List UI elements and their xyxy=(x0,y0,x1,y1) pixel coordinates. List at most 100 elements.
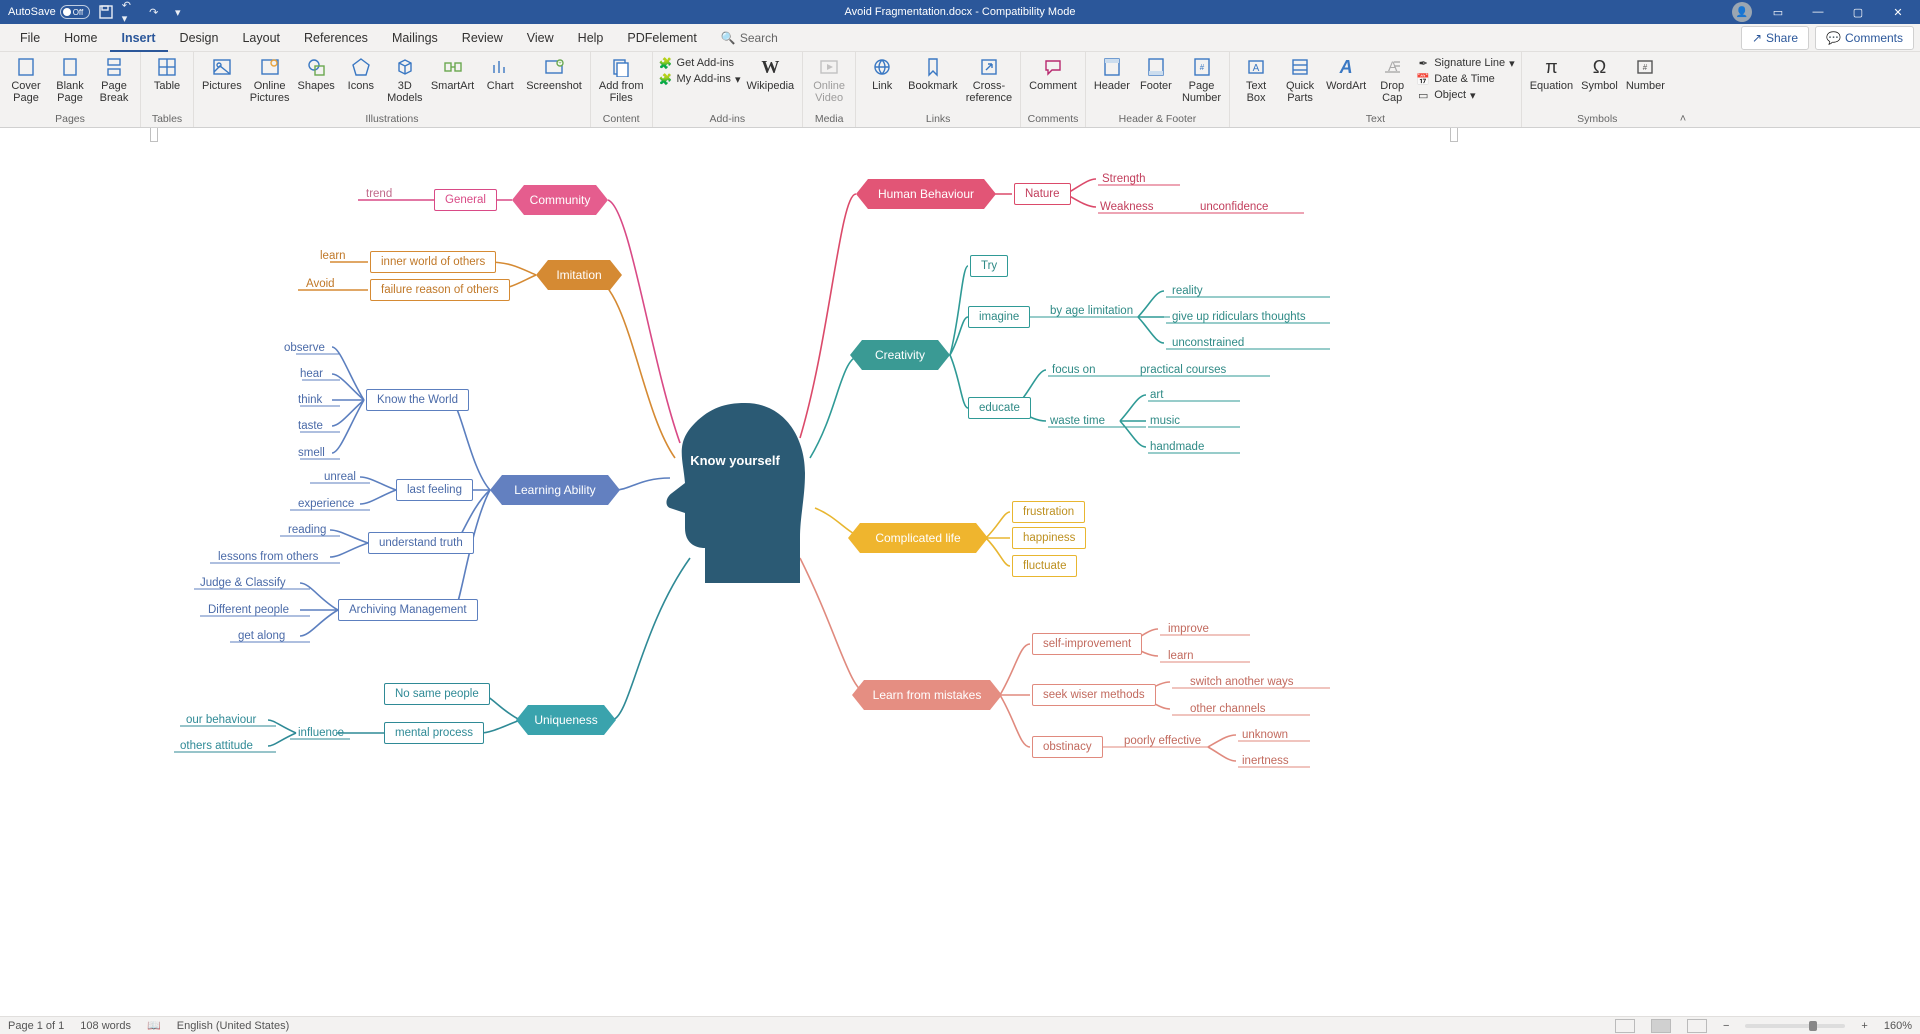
tab-review[interactable]: Review xyxy=(450,24,515,52)
svg-text:#: # xyxy=(1199,63,1204,72)
leaf-switch: switch another ways xyxy=(1190,676,1294,688)
leaf-judge: Judge & Classify xyxy=(200,577,286,589)
zoom-slider[interactable] xyxy=(1745,1024,1845,1028)
my-addins-icon: 🧩 xyxy=(659,72,673,86)
view-print-layout[interactable] xyxy=(1651,1019,1671,1033)
wikipedia-button[interactable]: WWikipedia xyxy=(744,54,796,92)
tab-home[interactable]: Home xyxy=(52,24,109,52)
node-nature: Nature xyxy=(1014,183,1071,205)
chart-button[interactable]: Chart xyxy=(480,54,520,92)
minimize-icon[interactable]: — xyxy=(1804,0,1832,24)
tab-view[interactable]: View xyxy=(515,24,566,52)
node-uniqueness: Uniqueness xyxy=(516,705,616,735)
zoom-out-button[interactable]: − xyxy=(1723,1020,1729,1032)
signature-line-button[interactable]: ✒Signature Line ▾ xyxy=(1416,56,1514,70)
table-button[interactable]: Table xyxy=(147,54,187,92)
online-video-button[interactable]: Online Video xyxy=(809,54,849,104)
node-no-same: No same people xyxy=(384,683,490,705)
title-bar: AutoSave Off ↶ ▾ ↷ ▾ Avoid Fragmentation… xyxy=(0,0,1920,24)
document-area[interactable]: Know yourself Community .hex[data-name="… xyxy=(0,128,1920,1016)
group-content: Add from Files Content xyxy=(591,52,653,127)
tab-design[interactable]: Design xyxy=(168,24,231,52)
store-icon: 🧩 xyxy=(659,56,673,70)
leaf-handmade: handmade xyxy=(1150,441,1204,453)
leaf-art: art xyxy=(1150,389,1163,401)
tab-mailings[interactable]: Mailings xyxy=(380,24,450,52)
page-number-button[interactable]: #Page Number xyxy=(1180,54,1223,104)
node-seek: seek wiser methods xyxy=(1032,684,1156,706)
ribbon-display-icon[interactable]: ▭ xyxy=(1764,0,1792,24)
page-break-button[interactable]: Page Break xyxy=(94,54,134,104)
tab-insert[interactable]: Insert xyxy=(110,24,168,52)
my-addins-button[interactable]: 🧩My Add-ins ▾ xyxy=(659,72,741,86)
add-from-files-button[interactable]: Add from Files xyxy=(597,54,646,104)
autosave-toggle[interactable]: AutoSave Off xyxy=(8,5,90,19)
leaf-others-attitude: others attitude xyxy=(180,740,253,752)
get-addins-button[interactable]: 🧩Get Add-ins xyxy=(659,56,741,70)
user-avatar[interactable]: 👤 xyxy=(1732,2,1752,22)
mindmap-connectors xyxy=(40,128,1880,1016)
close-icon[interactable]: ✕ xyxy=(1884,0,1912,24)
tab-layout[interactable]: Layout xyxy=(230,24,292,52)
collapse-ribbon-button[interactable]: ˄ xyxy=(1673,52,1693,127)
tab-references[interactable]: References xyxy=(292,24,380,52)
status-words[interactable]: 108 words xyxy=(80,1020,131,1032)
tab-help[interactable]: Help xyxy=(566,24,616,52)
share-button[interactable]: ↗Share xyxy=(1741,26,1809,50)
status-page[interactable]: Page 1 of 1 xyxy=(8,1020,64,1032)
zoom-level[interactable]: 160% xyxy=(1884,1020,1912,1032)
leaf-trend: trend xyxy=(366,188,392,200)
symbol-button[interactable]: ΩSymbol xyxy=(1579,54,1620,92)
node-know-world: Know the World xyxy=(366,389,469,411)
undo-icon[interactable]: ↶ ▾ xyxy=(122,4,138,20)
icons-button[interactable]: Icons xyxy=(341,54,381,92)
redo-icon[interactable]: ↷ xyxy=(146,4,162,20)
node-imagine: imagine xyxy=(968,306,1030,328)
node-fluctuate: fluctuate xyxy=(1012,555,1077,577)
tab-file[interactable]: File xyxy=(8,24,52,52)
view-read-mode[interactable] xyxy=(1615,1019,1635,1033)
object-button[interactable]: ▭Object ▾ xyxy=(1416,88,1514,102)
node-obstinacy: obstinacy xyxy=(1032,736,1103,758)
date-time-button[interactable]: 📅Date & Time xyxy=(1416,72,1514,86)
bookmark-button[interactable]: Bookmark xyxy=(906,54,960,92)
pictures-button[interactable]: Pictures xyxy=(200,54,244,92)
maximize-icon[interactable]: ▢ xyxy=(1844,0,1872,24)
online-pictures-button[interactable]: Online Pictures xyxy=(248,54,292,104)
tab-pdfelement[interactable]: PDFelement xyxy=(615,24,708,52)
qat-customize-icon[interactable]: ▾ xyxy=(170,4,186,20)
number-button[interactable]: #Number xyxy=(1624,54,1667,92)
drop-cap-button[interactable]: ADrop Cap xyxy=(1372,54,1412,104)
comment-button[interactable]: Comment xyxy=(1027,54,1079,92)
footer-button[interactable]: Footer xyxy=(1136,54,1176,92)
screenshot-button[interactable]: +Screenshot xyxy=(524,54,584,92)
quick-parts-button[interactable]: Quick Parts xyxy=(1280,54,1320,104)
spellcheck-icon[interactable]: 📖 xyxy=(147,1019,161,1032)
link-button[interactable]: Link xyxy=(862,54,902,92)
zoom-in-button[interactable]: + xyxy=(1861,1020,1867,1032)
smartart-button[interactable]: SmartArt xyxy=(429,54,476,92)
cover-page-button[interactable]: Cover Page xyxy=(6,54,46,104)
leaf-reading: reading xyxy=(288,524,326,536)
status-language[interactable]: English (United States) xyxy=(177,1020,290,1032)
leaf-different: Different people xyxy=(208,604,289,616)
3d-models-button[interactable]: 3D Models xyxy=(385,54,425,104)
wordart-button[interactable]: AWordArt xyxy=(1324,54,1368,92)
comments-button[interactable]: 💬Comments xyxy=(1815,26,1914,50)
blank-page-button[interactable]: Blank Page xyxy=(50,54,90,104)
leaf-think: think xyxy=(298,394,322,406)
save-icon[interactable] xyxy=(98,4,114,20)
leaf-unconstrained: unconstrained xyxy=(1172,337,1244,349)
cross-reference-button[interactable]: Cross- reference xyxy=(964,54,1014,104)
equation-button[interactable]: πEquation xyxy=(1528,54,1575,92)
group-text: AText Box Quick Parts AWordArt ADrop Cap… xyxy=(1230,52,1522,127)
group-header-footer: Header Footer #Page Number Header & Foot… xyxy=(1086,52,1230,127)
node-human: Human Behaviour xyxy=(856,179,996,209)
text-box-button[interactable]: AText Box xyxy=(1236,54,1276,104)
tell-me-search[interactable]: 🔍 Search xyxy=(721,31,778,45)
leaf-poorly: poorly effective xyxy=(1124,735,1201,747)
view-web-layout[interactable] xyxy=(1687,1019,1707,1033)
shapes-button[interactable]: Shapes xyxy=(296,54,337,92)
leaf-avoid: Avoid xyxy=(306,278,335,290)
header-button[interactable]: Header xyxy=(1092,54,1132,92)
